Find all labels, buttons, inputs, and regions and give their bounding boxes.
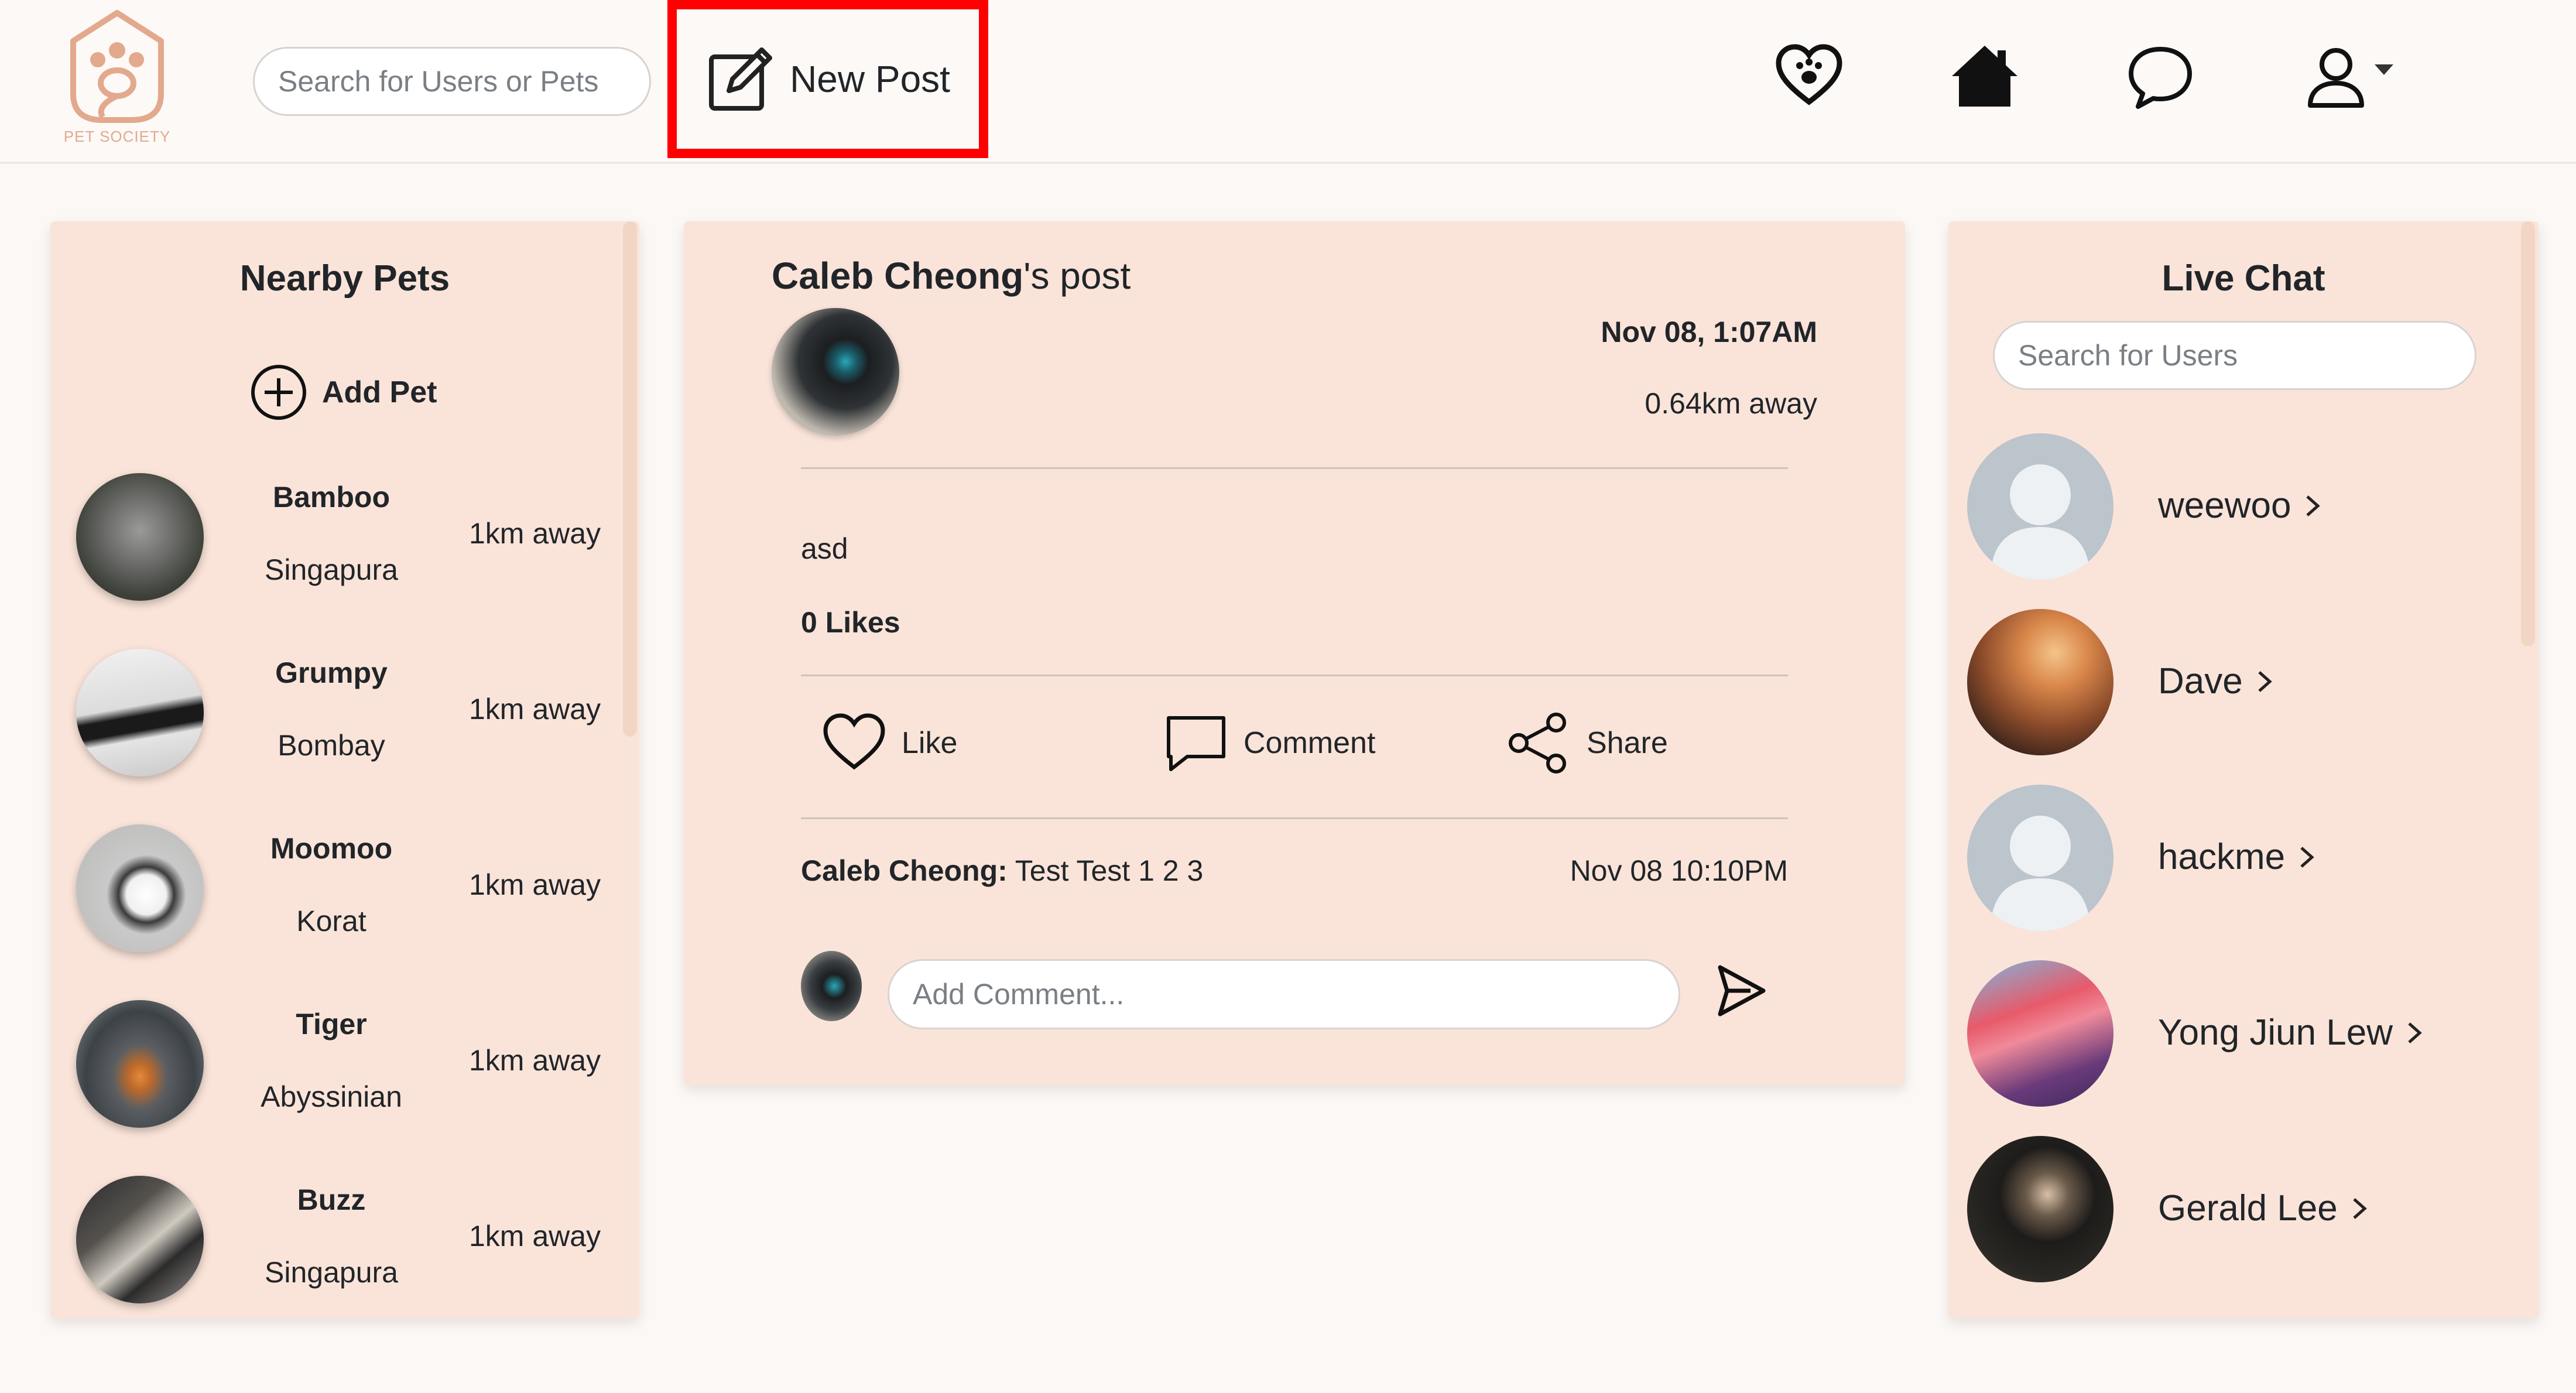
post-distance: 0.64km away: [1645, 387, 1817, 420]
comment-label: Comment: [1244, 726, 1376, 760]
post-card: Caleb Cheong's post Nov 08, 1:07AM 0.64k…: [684, 221, 1905, 1086]
chat-user-item[interactable]: Yong Jiun Lew: [1948, 960, 2539, 1113]
chat-user-name: Gerald Lee: [2158, 1187, 2368, 1229]
search-users-input[interactable]: [1993, 321, 2476, 390]
chevron-right-icon: [2258, 670, 2272, 692]
add-pet-button[interactable]: Add Pet: [249, 363, 437, 422]
plus-circle-icon: [251, 365, 306, 420]
pet-distance: 1km away: [469, 517, 601, 550]
comment-text: Test Test 1 2 3: [1007, 854, 1204, 887]
pet-list-item[interactable]: Moomoo Korat 1km away: [50, 822, 639, 963]
search-users-pets-input[interactable]: [253, 47, 651, 116]
chat-user-item[interactable]: weewoo: [1948, 433, 2539, 586]
user-avatar: [1967, 609, 2113, 755]
chevron-right-icon: [2408, 1022, 2422, 1043]
nearby-pets-title: Nearby Pets: [239, 258, 450, 299]
comment-item: Caleb Cheong: Test Test 1 2 3: [801, 854, 1203, 888]
post-title-suffix: 's post: [1023, 255, 1131, 297]
pet-name: Moomoo: [270, 832, 393, 865]
share-label: Share: [1587, 726, 1668, 760]
comment-date: Nov 08 10:10PM: [1570, 854, 1788, 887]
default-avatar-icon: [1991, 464, 2090, 580]
home-icon[interactable]: [1950, 41, 2020, 111]
pet-distance: 1km away: [469, 868, 601, 901]
current-user-avatar: [801, 951, 862, 1021]
author-avatar[interactable]: [772, 308, 899, 436]
chat-user-item[interactable]: Gerald Lee: [1948, 1136, 2539, 1288]
pet-breed: Korat: [296, 905, 366, 937]
like-label: Like: [902, 726, 958, 760]
pet-avatar: [76, 824, 204, 952]
heart-paw-icon[interactable]: [1774, 41, 1844, 111]
pet-list-item[interactable]: Tiger Abyssinian 1km away: [50, 998, 639, 1138]
paw-logo-icon: [70, 10, 164, 123]
user-avatar: [1967, 433, 2113, 580]
pet-name: Tiger: [296, 1008, 367, 1041]
pet-avatar: [76, 473, 204, 601]
edit-icon: [709, 47, 773, 111]
chevron-right-icon: [2306, 495, 2321, 516]
user-avatar: [1967, 960, 2113, 1107]
pet-avatar: [76, 1176, 204, 1303]
chat-user-name: weewoo: [2158, 485, 2321, 526]
live-chat-panel: Live Chat weewoo Dave hackme: [1948, 221, 2539, 1319]
pet-avatar: [76, 649, 204, 776]
pet-name: Bamboo: [273, 481, 390, 514]
add-pet-label: Add Pet: [322, 375, 437, 409]
chat-user-name: Dave: [2158, 660, 2273, 702]
divider: [801, 675, 1788, 676]
pet-distance: 1km away: [469, 693, 601, 725]
heart-icon: [823, 713, 885, 770]
post-likes-count: 0 Likes: [801, 606, 900, 639]
post-title: Caleb Cheong's post: [772, 254, 1131, 297]
new-post-button[interactable]: New Post: [667, 0, 988, 158]
pet-breed: Bombay: [278, 729, 385, 762]
pet-avatar: [76, 1000, 204, 1128]
divider: [801, 817, 1788, 819]
send-icon[interactable]: [1715, 961, 1768, 1020]
comment-button[interactable]: Comment: [1164, 711, 1375, 775]
post-author[interactable]: Caleb Cheong: [772, 255, 1023, 297]
pet-list-item[interactable]: Grumpy Bombay 1km away: [50, 646, 639, 787]
post-date: Nov 08, 1:07AM: [1601, 316, 1817, 348]
user-icon[interactable]: [2301, 41, 2371, 111]
pet-name: Grumpy: [275, 656, 388, 689]
logo[interactable]: PET SOCIETY: [61, 6, 173, 146]
default-avatar-icon: [1991, 816, 2090, 931]
nearby-pets-panel: Nearby Pets Add Pet Bamboo Singapura 1km…: [50, 221, 639, 1319]
divider: [801, 467, 1788, 469]
user-avatar: [1967, 785, 2113, 931]
chevron-down-icon[interactable]: [2375, 64, 2393, 75]
like-button[interactable]: Like: [822, 711, 957, 775]
chat-user-item[interactable]: hackme: [1948, 785, 2539, 937]
share-button[interactable]: Share: [1507, 711, 1668, 775]
pet-distance: 1km away: [469, 1220, 601, 1252]
pet-name: Buzz: [297, 1183, 366, 1216]
chat-user-item[interactable]: Dave: [1948, 609, 2539, 761]
pet-list-item[interactable]: Bamboo Singapura 1km away: [50, 471, 639, 611]
chat-user-name: hackme: [2158, 836, 2315, 878]
new-post-label: New Post: [790, 58, 950, 100]
post-content: asd: [801, 532, 848, 565]
pet-list-item[interactable]: Buzz Singapura 1km away: [50, 1173, 639, 1314]
comment-icon: [1167, 716, 1225, 771]
chat-user-name: Yong Jiun Lew: [2158, 1012, 2423, 1053]
chevron-right-icon: [2353, 1197, 2367, 1219]
chat-bubble-icon[interactable]: [2125, 41, 2195, 111]
user-avatar: [1967, 1136, 2113, 1282]
add-comment-input[interactable]: [888, 959, 1680, 1029]
share-icon: [1509, 713, 1566, 773]
pet-distance: 1km away: [469, 1044, 601, 1077]
pet-breed: Abyssinian: [261, 1080, 402, 1113]
chevron-right-icon: [2300, 846, 2314, 868]
logo-text: PET SOCIETY: [63, 128, 171, 145]
pet-breed: Singapura: [265, 553, 398, 586]
pet-breed: Singapura: [265, 1256, 398, 1289]
live-chat-title: Live Chat: [2161, 258, 2325, 299]
navbar: PET SOCIETY New Post: [0, 0, 2576, 164]
comment-author[interactable]: Caleb Cheong:: [801, 854, 1008, 887]
